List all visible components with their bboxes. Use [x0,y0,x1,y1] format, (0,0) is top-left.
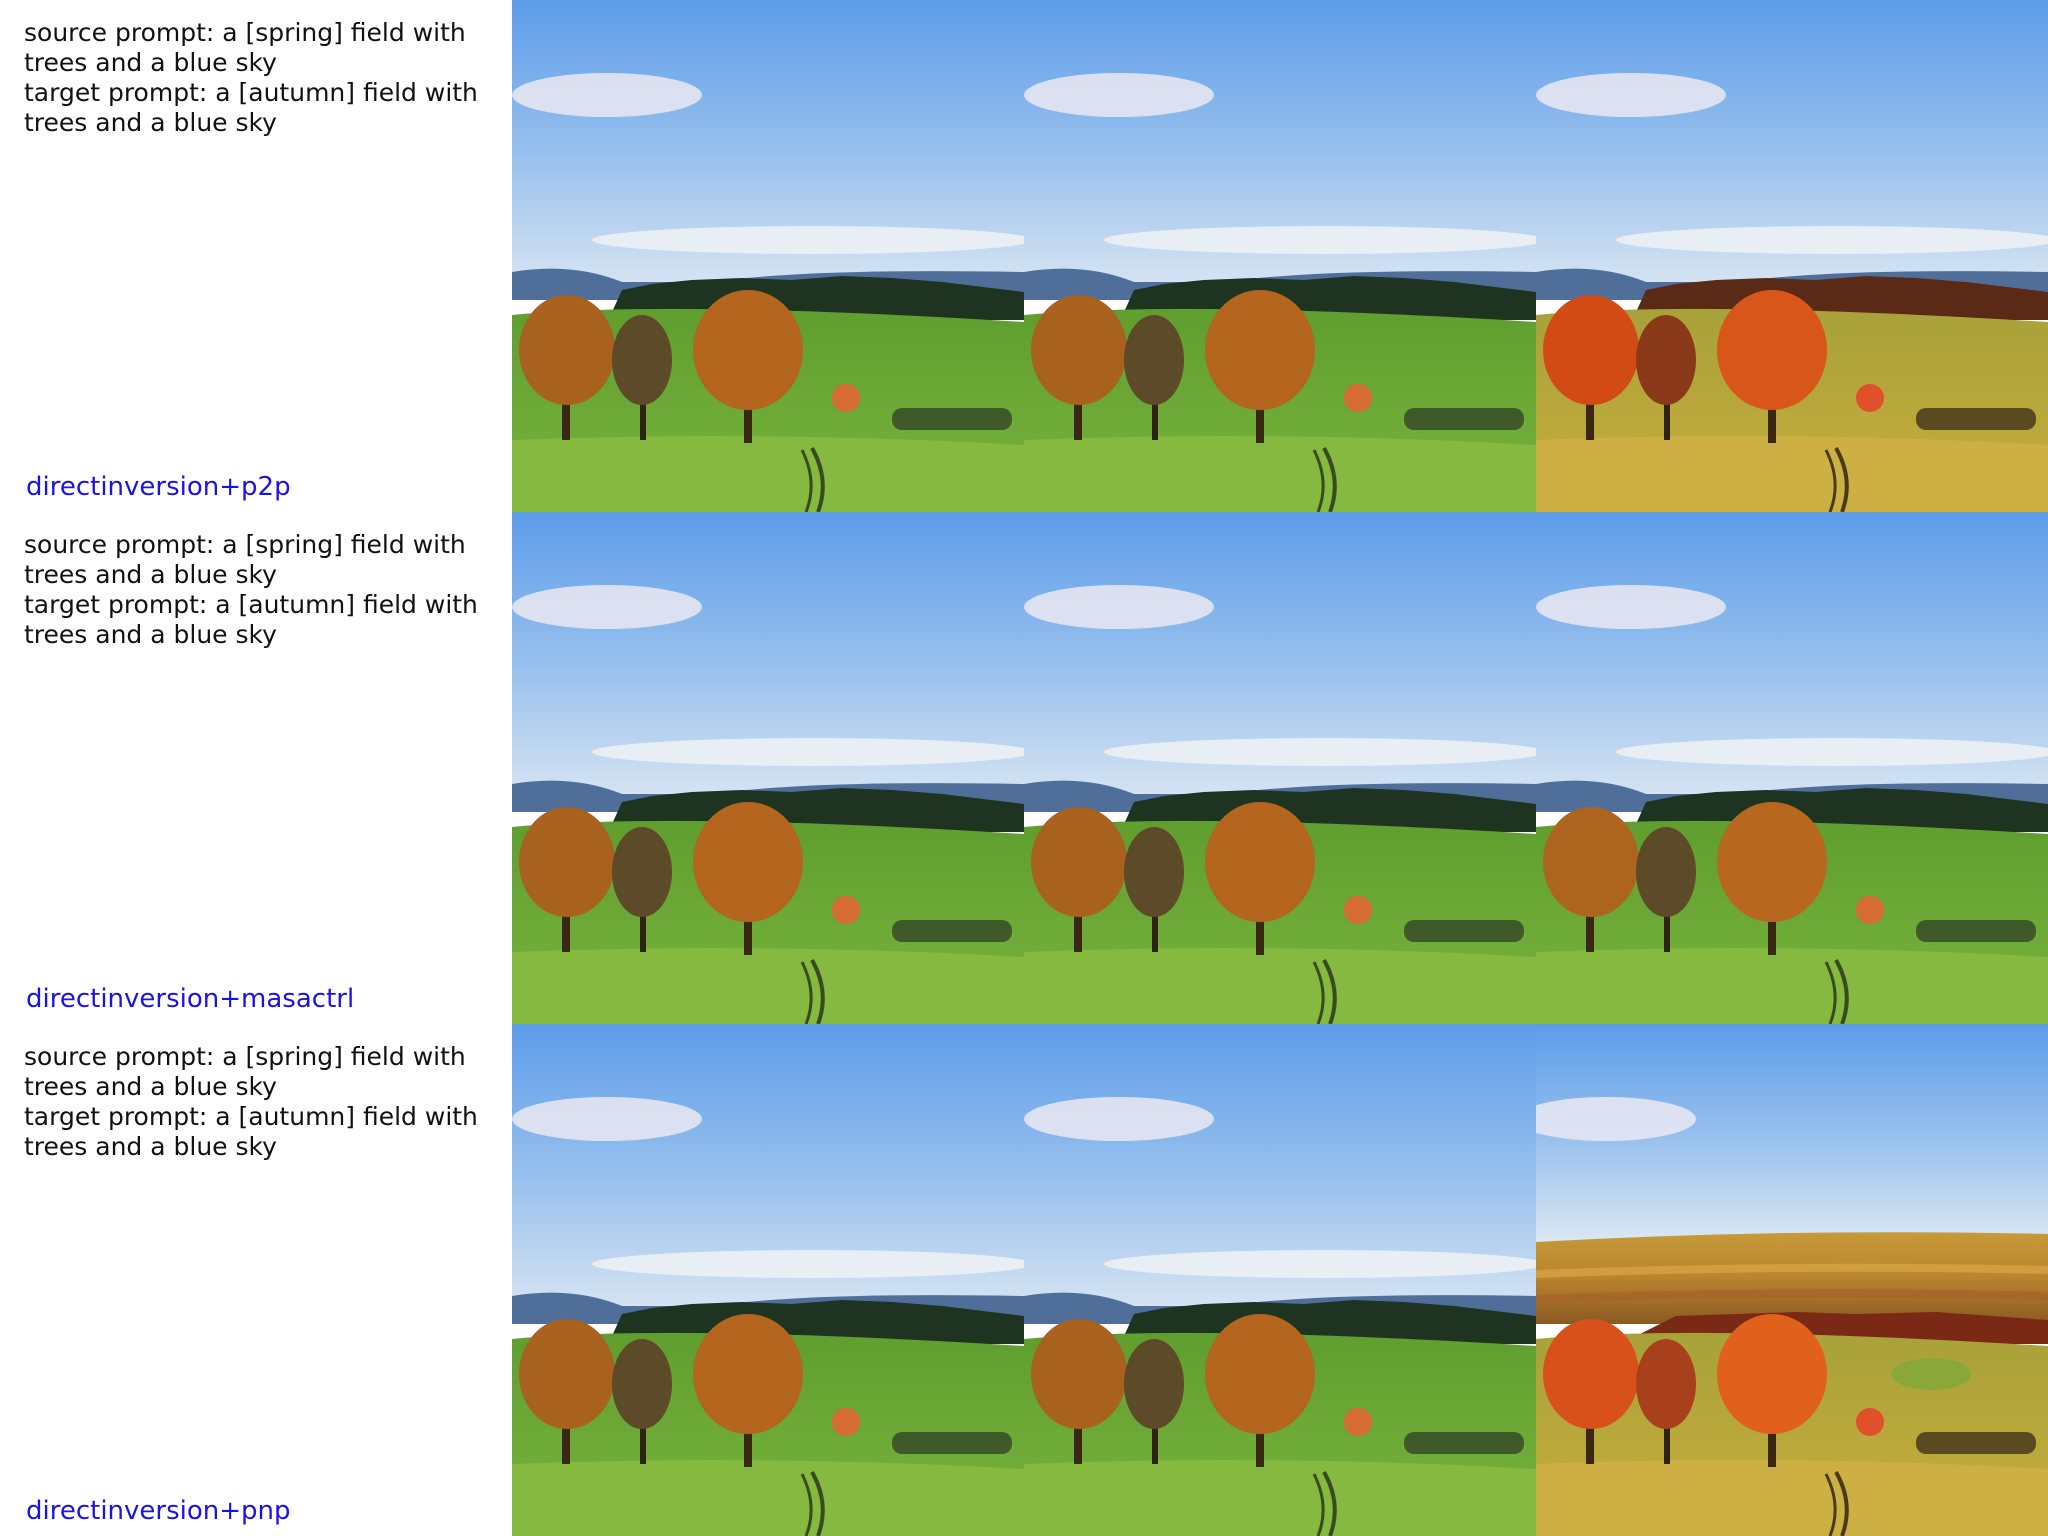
reconstruction-image [1024,512,1536,1024]
spring-field-image [1024,1024,1536,1536]
source-image [512,0,1024,512]
target-prompt: target prompt: a [autumn] field with tre… [24,590,478,649]
prompt-text: source prompt: a [spring] field with tre… [24,18,494,138]
result-row-masactrl: source prompt: a [spring] field with tre… [0,512,2048,1024]
source-image [512,512,1024,1024]
edited-image [1536,512,2048,1024]
source-image [512,1024,1024,1536]
target-prompt: target prompt: a [autumn] field with tre… [24,1102,478,1161]
prompt-text: source prompt: a [spring] field with tre… [24,1042,494,1162]
autumn-forest-image [1536,1024,2048,1536]
spring-field-image [512,1024,1024,1536]
spring-field-image [1536,512,2048,1024]
caption-cell: source prompt: a [spring] field with tre… [0,512,512,1024]
caption-cell: source prompt: a [spring] field with tre… [0,1024,512,1536]
target-prompt: target prompt: a [autumn] field with tre… [24,78,478,137]
spring-field-image [512,0,1024,512]
edited-image [1536,0,2048,512]
method-label: directinversion+p2p [26,472,291,502]
method-label: directinversion+pnp [26,1496,291,1526]
prompt-text: source prompt: a [spring] field with tre… [24,530,494,650]
comparison-grid: source prompt: a [spring] field with tre… [0,0,2048,1536]
method-label: directinversion+masactrl [26,984,355,1014]
spring-field-image [1024,512,1536,1024]
spring-field-image [512,512,1024,1024]
spring-field-image [1024,0,1536,512]
source-prompt: source prompt: a [spring] field with tre… [24,1042,466,1101]
source-prompt: source prompt: a [spring] field with tre… [24,18,466,77]
reconstruction-image [1024,1024,1536,1536]
reconstruction-image [1024,0,1536,512]
edited-image [1536,1024,2048,1536]
autumn-field-image [1536,0,2048,512]
caption-cell: source prompt: a [spring] field with tre… [0,0,512,512]
result-row-p2p: source prompt: a [spring] field with tre… [0,0,2048,512]
source-prompt: source prompt: a [spring] field with tre… [24,530,466,589]
result-row-pnp: source prompt: a [spring] field with tre… [0,1024,2048,1536]
